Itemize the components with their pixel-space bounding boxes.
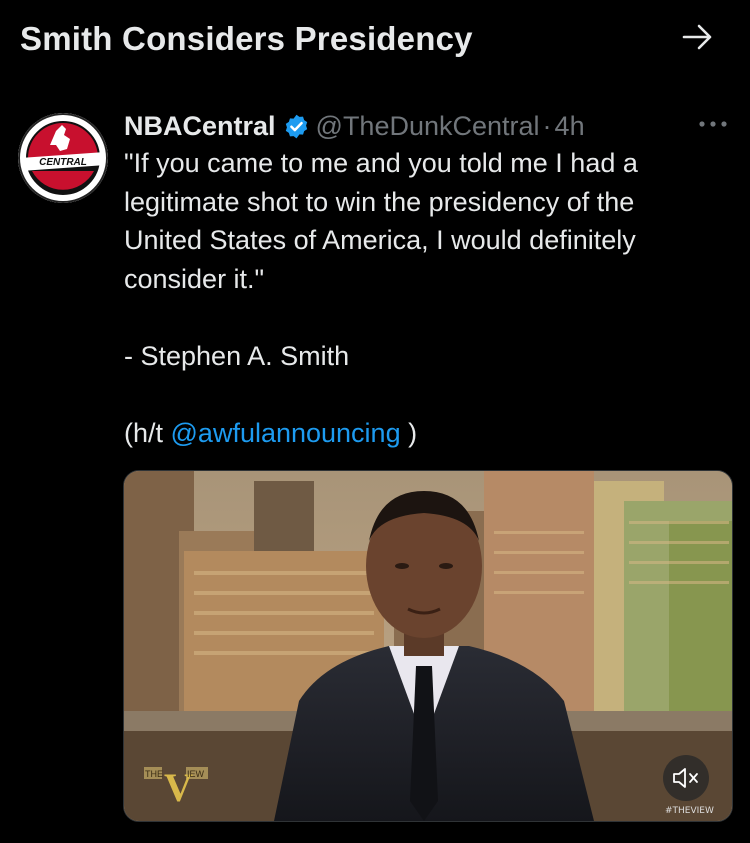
avatar[interactable]: CENTRAL bbox=[18, 113, 108, 203]
hat-tip-suffix: ) bbox=[400, 417, 418, 448]
tweet-line: consider it." bbox=[124, 263, 265, 294]
timestamp[interactable]: 4h bbox=[555, 111, 585, 142]
more-options-icon[interactable] bbox=[696, 114, 730, 134]
show-logo-left: THE bbox=[145, 769, 163, 779]
show-logo-right: IEW bbox=[187, 769, 205, 779]
video-frame: THE V IEW bbox=[124, 471, 732, 821]
nba-central-logo: CENTRAL bbox=[18, 113, 108, 203]
tweet-header: NBACentral @TheDunkCentral · 4h bbox=[124, 108, 724, 144]
video-watermark: #THEVIEW bbox=[665, 806, 714, 816]
avatar-text: CENTRAL bbox=[39, 157, 87, 168]
mute-button[interactable] bbox=[663, 755, 709, 801]
tweet-line: "If you came to me and you told me I had… bbox=[124, 148, 638, 178]
topic-title: Smith Considers Presidency bbox=[20, 20, 473, 57]
topic-header[interactable]: Smith Considers Presidency bbox=[0, 0, 750, 84]
separator: · bbox=[542, 110, 552, 141]
tweet-line: United States of America, I would defini… bbox=[124, 225, 636, 255]
author-handle[interactable]: @TheDunkCentral bbox=[316, 111, 540, 142]
arrow-right-icon[interactable] bbox=[680, 22, 716, 52]
hat-tip-prefix: (h/t bbox=[124, 417, 171, 448]
speaker-muted-icon bbox=[673, 768, 698, 788]
verified-badge-icon bbox=[285, 114, 307, 138]
tweet-line: legitimate shot to win the presidency of… bbox=[124, 186, 635, 217]
attribution: - Stephen A. Smith bbox=[124, 340, 350, 371]
video-player[interactable]: THE V IEW bbox=[123, 470, 733, 822]
mention-link[interactable]: @awfulannouncing bbox=[171, 418, 401, 448]
author-name[interactable]: NBACentral bbox=[124, 111, 276, 142]
hat-tip: (h/t @awfulannouncing ) bbox=[124, 414, 724, 453]
tweet-text: "If you came to me and you told me I had… bbox=[124, 144, 724, 452]
